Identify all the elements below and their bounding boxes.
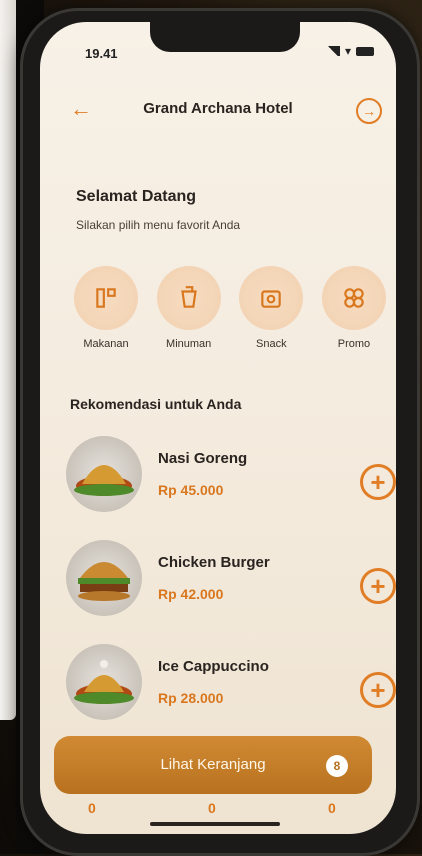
view-cart-button[interactable]: Lihat Keranjang 8: [54, 736, 372, 794]
chicken-burger-image: [78, 562, 130, 601]
category-list: Makanan Minuman Snack Promo: [70, 266, 390, 350]
item-name: Nasi Goreng: [158, 450, 248, 467]
menu-item-chicken-burger[interactable]: Chicken Burger Rp 42.000 +: [66, 540, 396, 626]
category-makanan[interactable]: Makanan: [70, 266, 142, 350]
menu-item-ice-cappuccino[interactable]: Ice Cappuccino Rp 28.000 +: [66, 644, 396, 730]
category-minuman[interactable]: Minuman: [153, 266, 225, 350]
category-label: Minuman: [166, 338, 212, 350]
logout-icon: →: [362, 103, 376, 119]
section-title: Rekomendasi untuk Anda: [70, 396, 242, 412]
category-circle: [321, 266, 386, 330]
drink-icon: [180, 286, 197, 308]
status-time: 19.41: [85, 46, 118, 61]
cart-count-badge: 8: [326, 755, 348, 777]
wifi-icon: ▾: [344, 44, 351, 58]
promo-icon: [344, 288, 364, 308]
app-screen: 19.41 ▾ ← Grand Archana Hotel → Selamat …: [40, 22, 396, 834]
item-price: Rp 45.000: [158, 482, 224, 498]
category-circle: [156, 266, 221, 330]
category-label: Promo: [337, 338, 371, 350]
add-to-cart-button[interactable]: +: [360, 464, 396, 500]
item-name: Chicken Burger: [158, 554, 270, 571]
category-circle: [239, 266, 304, 330]
category-label: Snack: [256, 338, 287, 350]
plus-icon: +: [370, 467, 386, 497]
item-name: Ice Cappuccino: [158, 658, 269, 675]
category-snack[interactable]: Snack: [235, 266, 307, 350]
logout-button[interactable]: →: [356, 98, 382, 124]
food-image: [66, 644, 142, 720]
status-icons: ▾: [325, 44, 374, 58]
ice-cappuccino-image: [74, 660, 134, 704]
home-indicator: [150, 822, 280, 826]
item-price: Rp 28.000: [158, 690, 224, 706]
food-image: [66, 436, 142, 512]
food-icon: [96, 288, 116, 308]
page-title: Grand Archana Hotel: [143, 100, 293, 117]
bottom-nav-item[interactable]: 0: [88, 800, 96, 816]
food-image: [66, 540, 142, 616]
menu-item-nasi-goreng[interactable]: Nasi Goreng Rp 45.000 +: [66, 436, 396, 522]
category-label: Makanan: [83, 338, 129, 350]
cart-label: Lihat Keranjang: [160, 756, 266, 773]
bottom-nav-item[interactable]: 0: [208, 800, 216, 816]
item-price: Rp 42.000: [158, 586, 224, 602]
nasi-goreng-image: [74, 465, 134, 496]
app-header: ← Grand Archana Hotel →: [40, 92, 396, 132]
welcome-subtitle: Silakan pilih menu favorit Anda: [76, 218, 241, 232]
signal-icon: [325, 46, 340, 56]
add-to-cart-button[interactable]: +: [360, 672, 396, 708]
add-to-cart-button[interactable]: +: [360, 568, 396, 604]
bottom-nav: 0 0 0: [40, 800, 396, 820]
welcome-title: Selamat Datang: [76, 188, 197, 205]
battery-icon: [356, 46, 374, 56]
snack-icon: [261, 290, 282, 308]
plus-icon: +: [370, 571, 386, 601]
plus-icon: +: [370, 675, 386, 705]
phone-notch: [150, 22, 300, 52]
bottom-nav-item[interactable]: 0: [328, 800, 336, 816]
background-panel: [0, 0, 16, 720]
category-promo[interactable]: Promo: [318, 266, 390, 350]
category-circle: [74, 266, 138, 330]
